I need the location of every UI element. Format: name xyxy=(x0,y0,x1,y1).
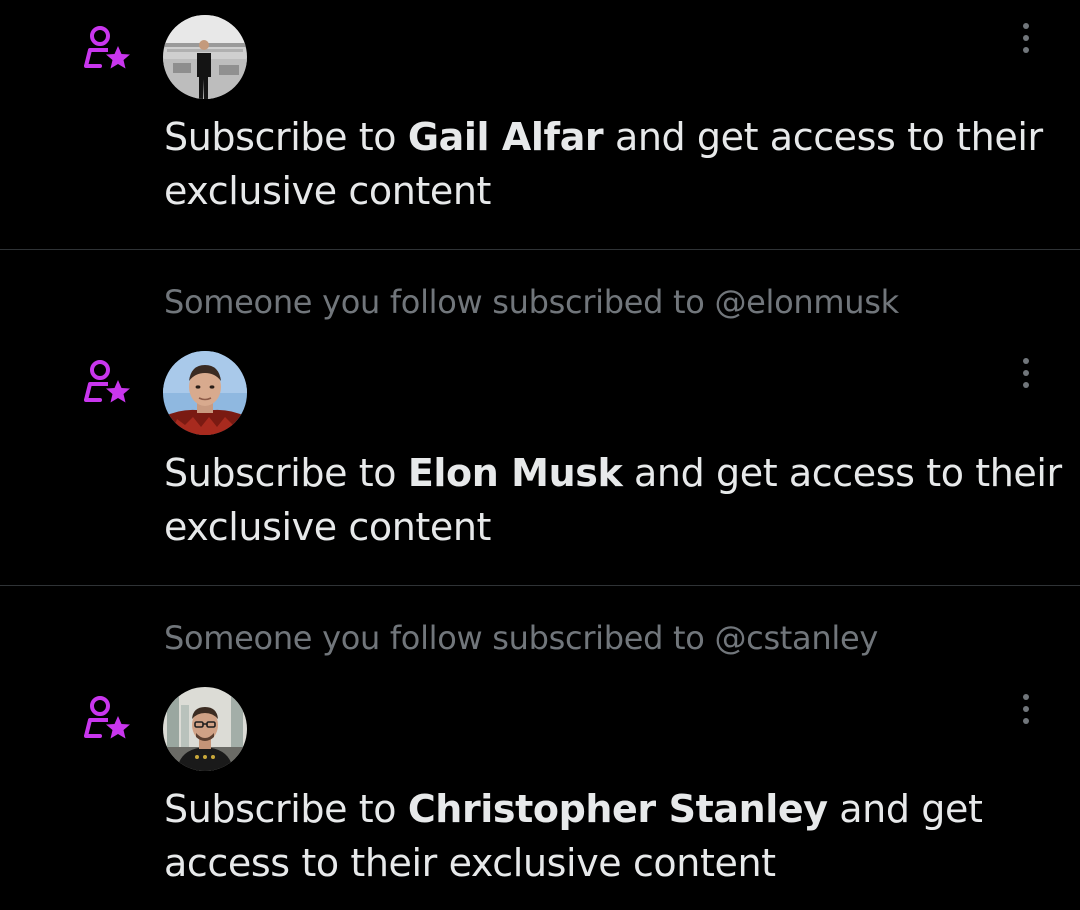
subscribe-person-star-icon xyxy=(78,690,134,746)
message-prefix: Subscribe to xyxy=(164,787,408,831)
more-dot-icon xyxy=(1023,718,1029,724)
more-options-button[interactable] xyxy=(1006,687,1046,731)
notification-message: Subscribe to Elon Musk and get access to… xyxy=(164,446,1064,554)
more-options-button[interactable] xyxy=(1006,351,1046,395)
notification-item[interactable]: Someone you follow subscribed to @elonmu… xyxy=(0,250,1080,585)
notification-item[interactable]: Someone you follow subscribed to @cstanl… xyxy=(0,586,1080,910)
more-dot-icon xyxy=(1023,370,1029,376)
account-name-link[interactable]: Gail Alfar xyxy=(408,115,604,159)
notification-message: Subscribe to Gail Alfar and get access t… xyxy=(164,110,1064,218)
more-dot-icon xyxy=(1023,706,1029,712)
more-dot-icon xyxy=(1023,23,1029,29)
more-dot-icon xyxy=(1023,35,1029,41)
gail-alfar-avatar[interactable] xyxy=(163,15,247,99)
more-dot-icon xyxy=(1023,47,1029,53)
more-options-button[interactable] xyxy=(1006,16,1046,60)
christopher-stanley-avatar[interactable] xyxy=(163,687,247,771)
subscribe-person-star-icon xyxy=(78,354,134,410)
notification-item[interactable]: Subscribe to Gail Alfar and get access t… xyxy=(0,0,1080,249)
more-dot-icon xyxy=(1023,358,1029,364)
more-dot-icon xyxy=(1023,694,1029,700)
more-dot-icon xyxy=(1023,382,1029,388)
subscribe-person-star-icon xyxy=(78,20,134,76)
account-name-link[interactable]: Christopher Stanley xyxy=(408,787,828,831)
notification-message: Subscribe to Christopher Stanley and get… xyxy=(164,782,1064,890)
message-prefix: Subscribe to xyxy=(164,451,408,495)
elon-musk-avatar[interactable] xyxy=(163,351,247,435)
notifications-feed: Subscribe to Gail Alfar and get access t… xyxy=(0,0,1080,910)
social-context-text: Someone you follow subscribed to @elonmu… xyxy=(164,283,899,321)
account-name-link[interactable]: Elon Musk xyxy=(408,451,623,495)
message-prefix: Subscribe to xyxy=(164,115,408,159)
social-context-text: Someone you follow subscribed to @cstanl… xyxy=(164,619,878,657)
